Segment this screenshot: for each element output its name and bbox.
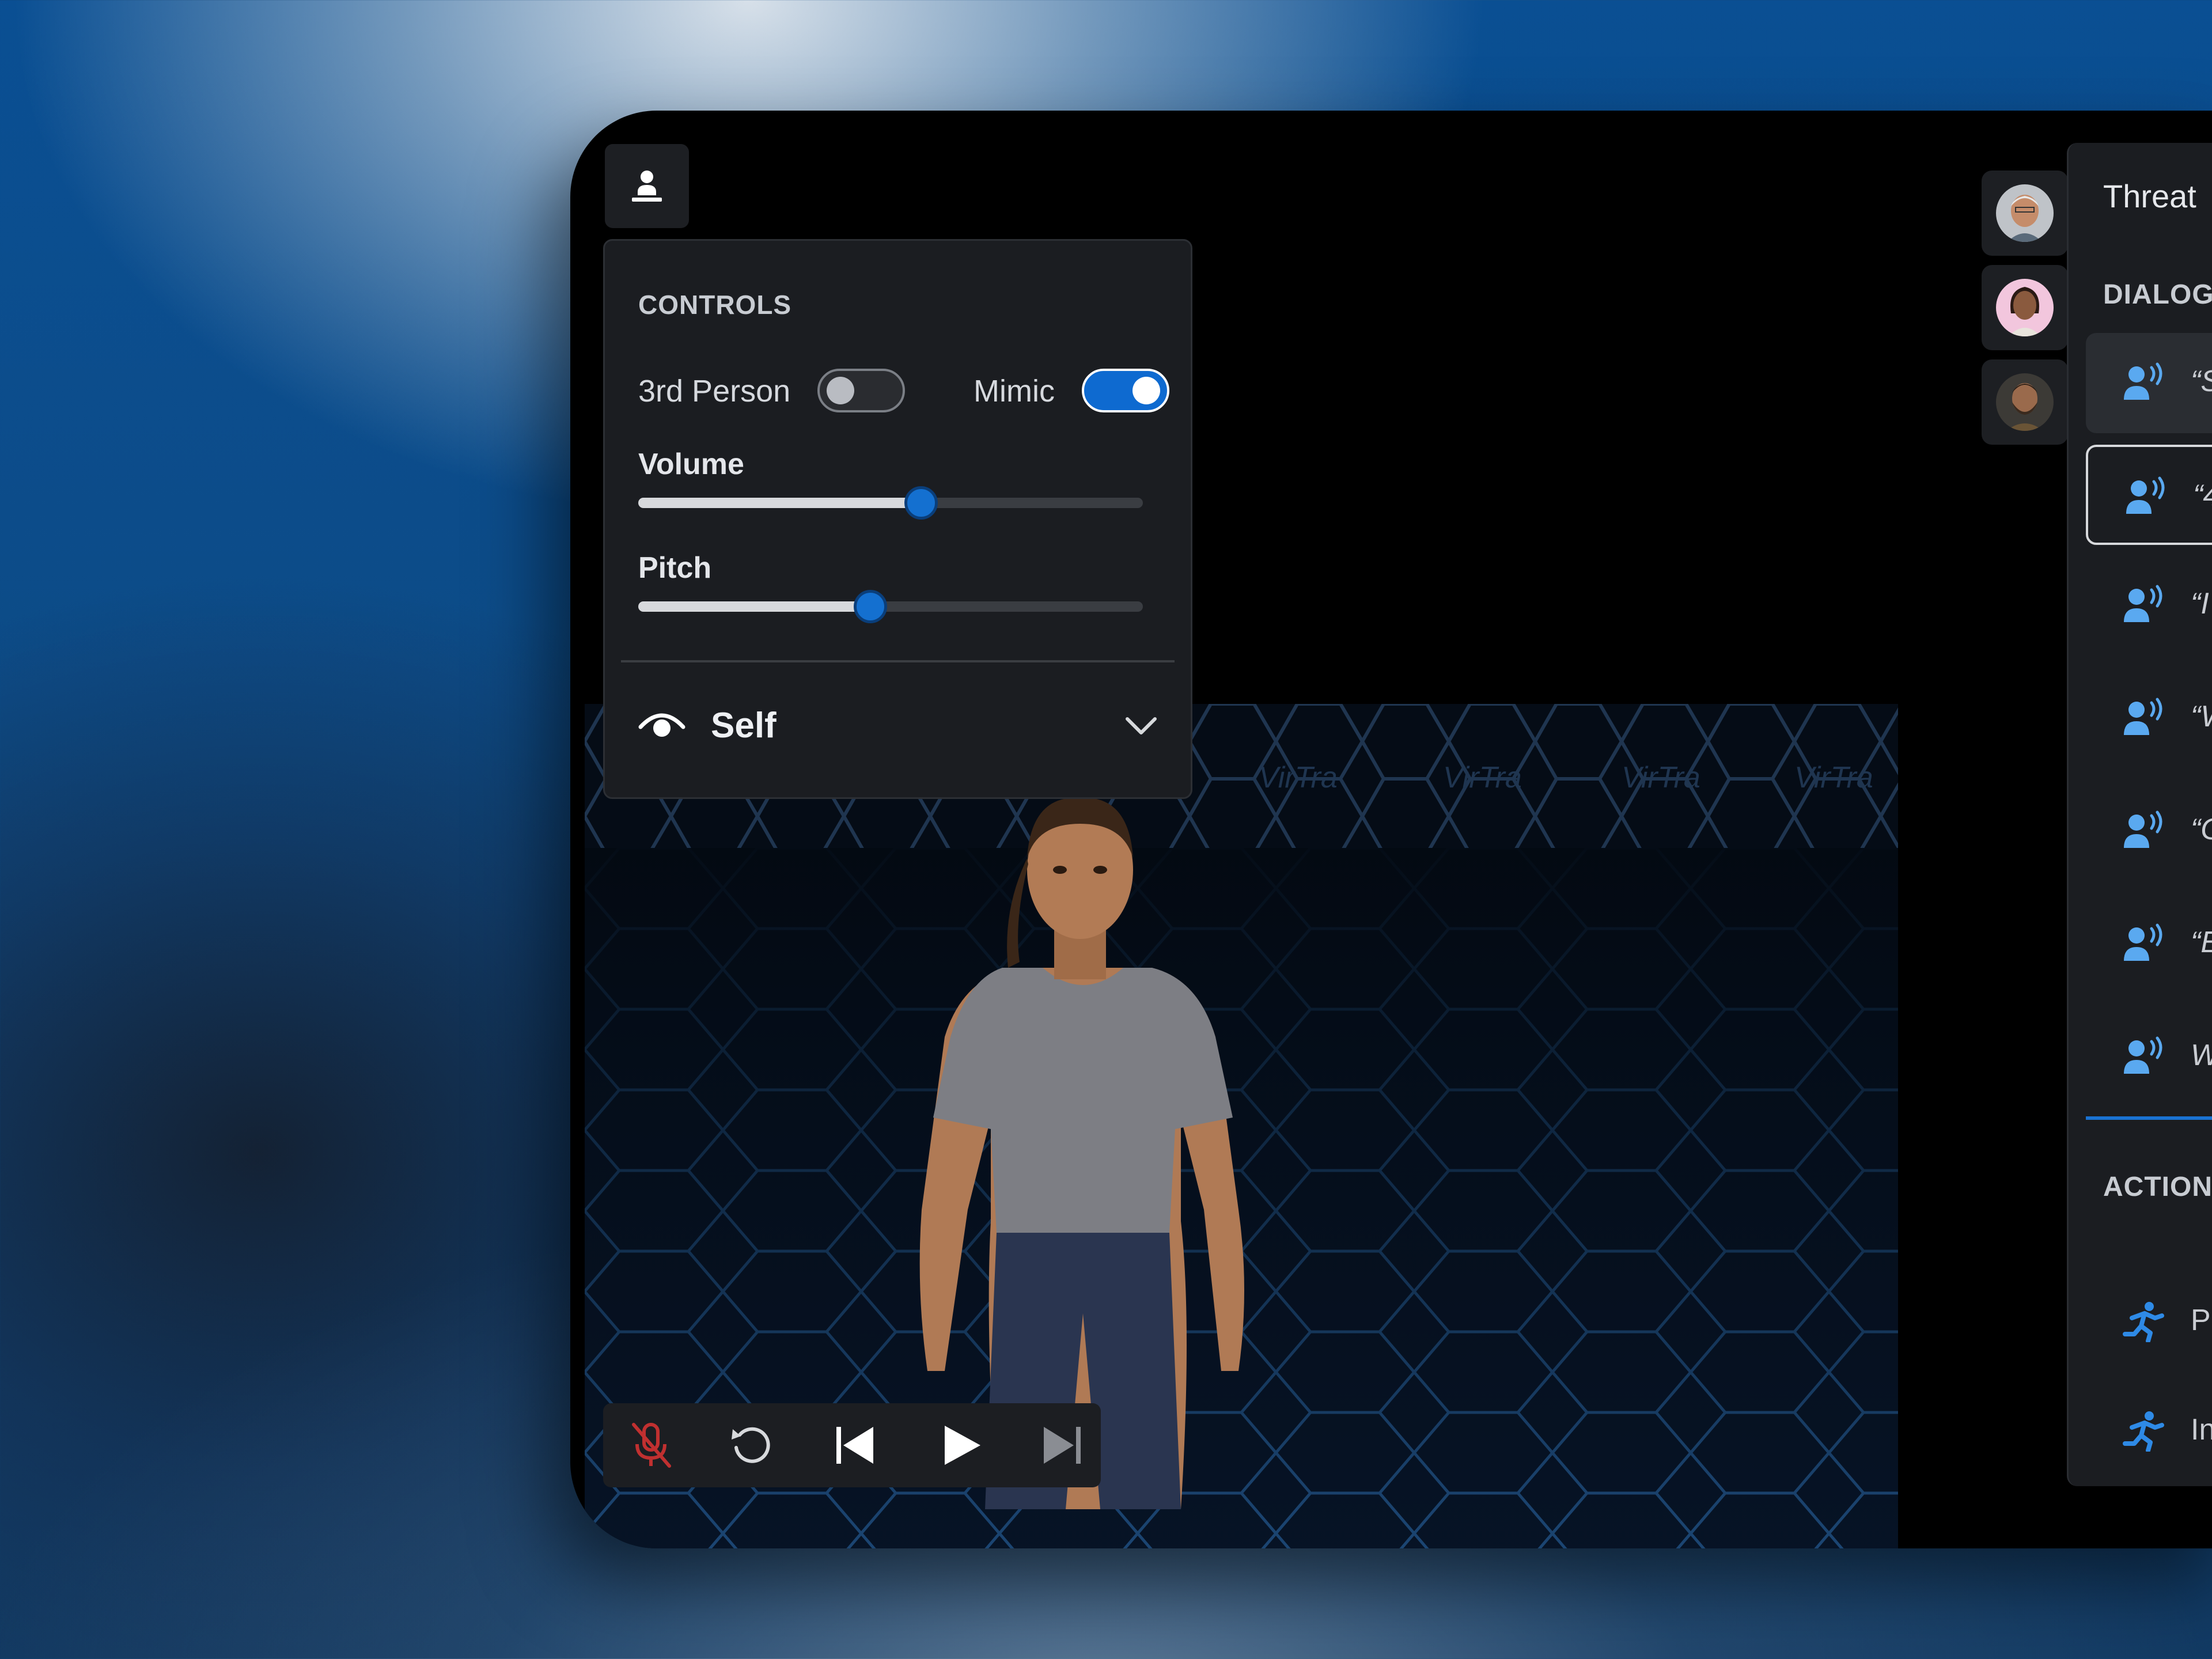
replay-icon <box>732 1427 770 1463</box>
action-item-text: In <box>2191 1413 2212 1446</box>
chevron-down-icon <box>1126 717 1157 734</box>
play-button[interactable] <box>935 1419 987 1471</box>
dialog-item-text: “E <box>2191 926 2212 959</box>
slider-fill <box>638 498 921 508</box>
speaking-person-icon <box>2124 810 2162 848</box>
speaking-person-icon <box>2124 362 2162 400</box>
threat-panel: Threat DIALOG “S “4 “I “W “G “E W ACTION Pu In <box>2067 143 2212 1486</box>
view-select[interactable]: Self <box>638 696 1157 753</box>
speaking-person-icon <box>2124 585 2162 622</box>
avatar-older-man <box>1996 184 2054 242</box>
dialog-item[interactable]: “W <box>2086 668 2212 768</box>
controls-panel: CONTROLS 3rd Person Mimic Volume Pitch S… <box>603 239 1192 799</box>
dialog-item[interactable]: W <box>2086 1007 2212 1107</box>
dialog-item-text: W <box>2191 1038 2212 1073</box>
dialog-item[interactable]: “4 <box>2086 445 2212 545</box>
view-label: Self <box>711 706 777 745</box>
dialog-item-text: “G <box>2191 813 2212 846</box>
running-person-icon <box>2123 1411 2164 1452</box>
mic-toggle-button[interactable] <box>625 1419 677 1471</box>
mimic-toggle[interactable] <box>1082 369 1169 412</box>
dialog-item-text: “W <box>2191 700 2212 733</box>
dialog-item[interactable]: “S <box>2086 333 2212 433</box>
action-section-title: ACTION <box>2103 1172 2212 1202</box>
dialog-item[interactable]: “E <box>2086 894 2212 994</box>
avatar-button[interactable] <box>1982 265 2068 350</box>
pitch-slider[interactable] <box>638 590 1143 623</box>
slider-fill <box>638 601 870 612</box>
volume-label: Volume <box>638 448 744 481</box>
slider-thumb[interactable] <box>904 486 938 520</box>
speaking-person-icon <box>2124 1036 2162 1074</box>
wall-logo-text: VirTra <box>1443 761 1522 794</box>
wall-logo-text: VirTra <box>1259 761 1338 794</box>
third-person-toggle[interactable] <box>817 369 905 412</box>
action-item[interactable]: In <box>2086 1381 2212 1482</box>
character-figure <box>919 797 1244 1509</box>
skip-forward-icon <box>1044 1427 1081 1464</box>
toggle-knob <box>827 377 854 404</box>
speaking-person-icon <box>2124 698 2162 735</box>
speaking-person-icon <box>2126 476 2165 514</box>
skip-forward-button[interactable] <box>1036 1419 1088 1471</box>
avatar-woman <box>1996 279 2054 336</box>
pitch-label: Pitch <box>638 551 712 585</box>
avatar-button[interactable] <box>1982 171 2068 256</box>
wall-logo-text: VirTra <box>1794 761 1873 794</box>
volume-slider[interactable] <box>638 486 1143 520</box>
transport-bar <box>603 1403 1101 1487</box>
third-person-label: 3rd Person <box>638 374 791 408</box>
dialog-section-title: DIALOG <box>2103 279 2212 310</box>
panel-divider <box>621 660 1175 662</box>
threat-panel-title: Threat <box>2103 178 2196 214</box>
skip-back-icon <box>836 1427 873 1464</box>
dialog-item-text: “I <box>2191 587 2209 620</box>
mimic-label: Mimic <box>974 374 1055 408</box>
person-icon <box>632 171 662 202</box>
controls-title: CONTROLS <box>638 290 792 320</box>
slider-thumb[interactable] <box>853 590 887 623</box>
dialog-item[interactable]: “I <box>2086 555 2212 656</box>
dialog-item[interactable]: “G <box>2086 781 2212 881</box>
camera-view-button[interactable] <box>605 144 689 228</box>
dialog-item-text: “4 <box>2193 479 2212 512</box>
avatar-bearded-man <box>1996 373 2054 431</box>
action-item[interactable]: Pu <box>2086 1272 2212 1372</box>
action-item-text: Pu <box>2191 1304 2212 1337</box>
wall-logo-text: VirTra <box>1622 761 1700 794</box>
dialog-item-text: “S <box>2191 365 2212 398</box>
skip-back-button[interactable] <box>829 1419 881 1471</box>
toggle-knob <box>1132 377 1160 404</box>
speaking-person-icon <box>2124 923 2162 961</box>
running-person-icon <box>2123 1302 2164 1342</box>
eye-icon <box>638 713 685 737</box>
mic-muted-icon <box>632 1423 671 1468</box>
replay-button[interactable] <box>725 1419 777 1471</box>
avatar-button[interactable] <box>1982 359 2068 445</box>
section-divider <box>2086 1116 2212 1120</box>
play-icon <box>945 1426 980 1465</box>
